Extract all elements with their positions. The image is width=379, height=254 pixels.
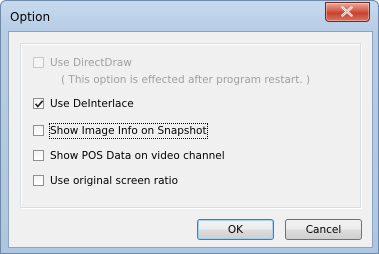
checkmark-icon [34,100,44,108]
use-original-ratio-label: Use original screen ratio [50,175,178,187]
close-icon [341,6,353,17]
show-image-info-label: Show Image Info on Snapshot [49,123,208,139]
dialog-client-area: Use DirectDraw ( This option is effected… [8,31,373,248]
checkbox-box [33,150,44,161]
window-title: Option [10,10,51,24]
cancel-button[interactable]: Cancel [285,219,362,240]
checkbox-box [33,98,44,109]
ok-button[interactable]: OK [197,219,274,240]
use-directdraw-label: Use DirectDraw [50,57,132,69]
use-deinterlace-label: Use DeInterlace [50,98,134,110]
close-button[interactable] [325,2,370,22]
checkbox-box [33,57,44,68]
title-bar[interactable]: Option [1,1,378,33]
show-pos-data-label: Show POS Data on video channel [50,150,225,162]
checkbox-box [33,175,44,186]
checkbox-box [33,125,44,136]
restart-note: ( This option is effected after program … [61,74,311,86]
option-dialog: Option Use DirectDraw ( This option is e… [0,0,379,254]
